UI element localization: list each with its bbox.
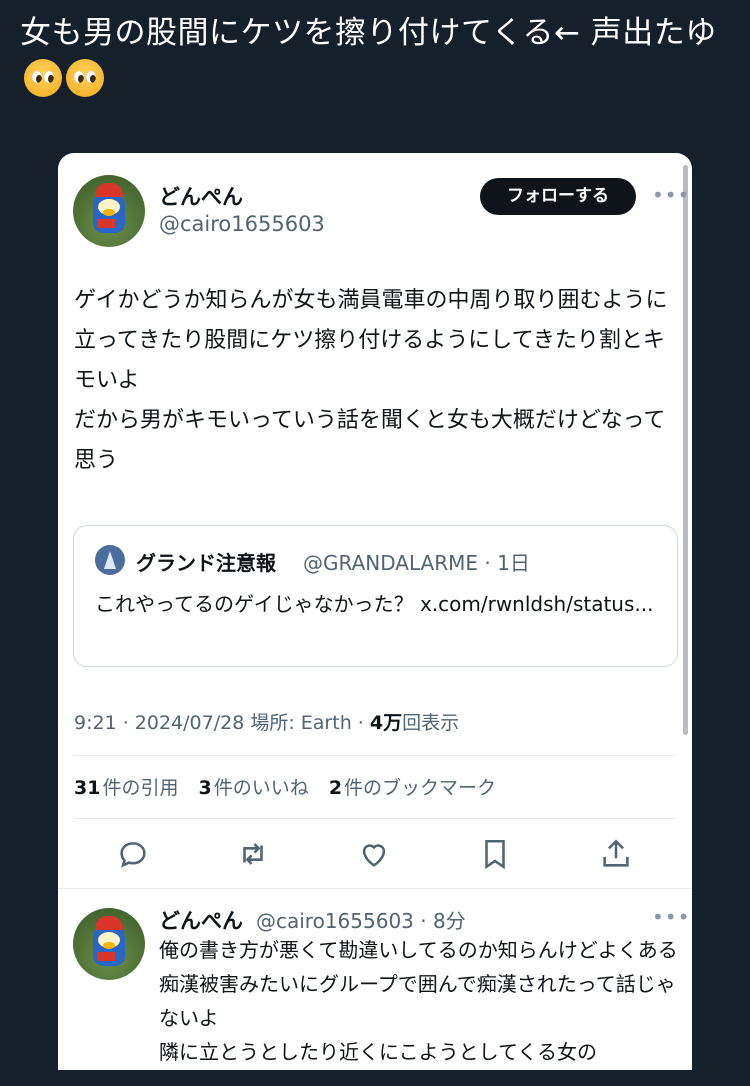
caption-text: 女も男の股間にケツを擦り付けてくる← 声出たゆ [20,10,720,102]
more-icon[interactable]: ••• [652,183,690,207]
quoted-handle-time: @GRANDALARME · 1日 [303,551,530,575]
bookmark-count[interactable]: 2 件のブックマーク [329,777,496,799]
reply-display-name[interactable]: どんぺん [159,905,243,935]
share-icon[interactable] [599,837,633,871]
caption-body: 女も男の股間にケツを擦り付けてくる← 声出たゆ [20,15,717,51]
engagement-stats: 31 件の引用 3 件のいいね 2 件のブックマーク [74,773,510,800]
avatar[interactable] [73,175,145,247]
tweet-meta: 9:21 · 2024/07/28 場所: Earth · 4万回表示 [74,708,459,735]
divider [58,888,692,889]
pleading-face-emoji [66,59,104,97]
reply-avatar[interactable] [73,908,145,980]
quoted-text: これやってるのゲイじゃなかった？ x.com/rwnldsh/status... [95,592,654,616]
tweet-card: どんぺん @cairo1655603 フォローする ••• ゲイかどうか知らんが… [58,153,692,1086]
quoted-display-name: グランド注意報 [136,551,276,575]
divider [74,755,676,756]
bottom-bar [0,1070,750,1086]
view-label: 回表示 [402,712,460,734]
quoted-tweet[interactable]: グランド注意報 @GRANDALARME · 1日 これやってるのゲイじゃなかっ… [73,525,678,667]
retweet-icon[interactable] [236,837,270,871]
timestamp[interactable]: 9:21 · 2024/07/28 [74,712,244,734]
scrollbar[interactable] [683,165,688,735]
reply-body: 俺の書き方が悪くて勘違いしてるのか知らんけどよくある痴漢被害みたいにグループで囲… [159,938,678,1064]
reply-handle-time[interactable]: @cairo1655603 · 8分 [256,905,466,934]
tweet-body: ゲイかどうか知らんが女も満員電車の中周り取り囲むように立ってきたり股間にケツ擦り… [74,288,668,473]
view-count: 4万 [369,712,403,734]
bookmark-icon[interactable] [478,837,512,871]
divider [74,818,676,819]
reply-more-icon[interactable]: ••• [652,905,690,929]
reply-icon[interactable] [116,837,150,871]
location: 場所: Earth · [250,712,364,734]
pleading-face-emoji [24,59,62,97]
like-count[interactable]: 3 件のいいね [199,777,309,799]
quote-count[interactable]: 31 件の引用 [74,777,178,799]
follow-button[interactable]: フォローする [480,178,636,215]
display-name[interactable]: どんぺん [159,181,243,211]
action-bar [58,837,692,873]
user-handle[interactable]: @cairo1655603 [159,212,325,236]
quoted-avatar [95,545,125,575]
like-icon[interactable] [357,837,391,871]
